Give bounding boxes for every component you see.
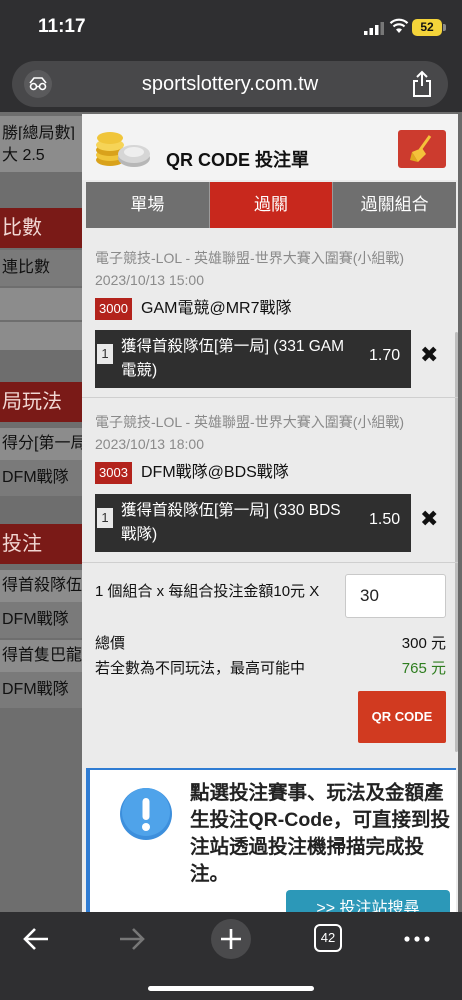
event-name: 電子競技-LOL - 英雄聯盟-世界大賽入圍賽(小組戰) [95, 250, 405, 266]
pick-description: 獲得首殺隊伍[第一局] (330 BDS 戰隊) [121, 502, 341, 543]
bg-row: 得分[第一局] [0, 428, 84, 460]
pick-odds: 1.70 [369, 347, 401, 364]
bet-pick: 1 獲得首殺隊伍[第一局] (331 GAM 電競) 1.70 [95, 330, 411, 388]
scrollbar[interactable] [455, 332, 458, 752]
find-betting-station-button[interactable]: >> 投注站搜尋 [286, 890, 450, 912]
pick-odds: 1.50 [369, 511, 401, 528]
info-box: 點選投注賽事、玩法及金額產生投注QR-Code，可直接到投注站透過投注機掃描完成… [86, 768, 456, 912]
bg-row: 連比數 [0, 250, 84, 286]
tab-single[interactable]: 單場 [86, 182, 210, 228]
browser-address-bar: sportslottery.com.tw [0, 56, 462, 112]
bg-row: 得首隻巴龍隊 [0, 640, 84, 672]
info-text: 點選投注賽事、玩法及金額產生投注QR-Code，可直接到投注站透過投注機掃描完成… [190, 782, 450, 885]
bet-type-tabs: 單場 過關 過關組合 [86, 182, 457, 228]
bg-row: 局玩法 [0, 382, 84, 422]
forward-arrow-icon[interactable] [118, 924, 146, 954]
url-text: sportslottery.com.tw [141, 73, 319, 95]
divider [82, 397, 458, 398]
status-bar: 11:17 52 [0, 0, 462, 56]
bg-row: DFM戰隊 [0, 602, 84, 638]
close-icon: ✖ [420, 342, 439, 367]
clear-slip-button[interactable] [398, 130, 446, 168]
bg-row: 大 2.5 [0, 140, 84, 172]
bg-row-blank [0, 322, 84, 350]
battery-tip [443, 24, 446, 31]
tab-switcher-button[interactable]: 42 [314, 924, 342, 952]
remove-bet-button[interactable]: ✖ [420, 506, 438, 532]
browser-toolbar: 42 [0, 912, 462, 1000]
close-icon: ✖ [420, 506, 439, 531]
pick-number: 1 [97, 344, 113, 364]
bg-row: DFM戰隊 [0, 460, 84, 496]
bg-row: 比數 [0, 208, 84, 248]
combo-summary: 1 個組合 x 每組合投注金額10元 X [95, 583, 320, 600]
max-win-label: 若全數為不同玩法，最高可能中 [95, 660, 306, 677]
divider [82, 562, 458, 563]
bg-row: 投注 [0, 524, 84, 564]
broom-icon [410, 135, 432, 162]
tab-parlay-combo[interactable]: 過關組合 [333, 182, 457, 228]
event-date: 2023/10/13 15:00 [95, 272, 204, 288]
site-settings-icon[interactable] [24, 70, 52, 98]
coins-icon [96, 132, 150, 167]
tab-parlay[interactable]: 過關 [209, 182, 334, 228]
generate-qr-code-button[interactable]: QR CODE [358, 691, 446, 743]
match-code-badge: 3000 [95, 298, 132, 320]
panel-header: QR CODE 投注單 [82, 114, 458, 180]
bet-pick: 1 獲得首殺隊伍[第一局] (330 BDS 戰隊) 1.50 [95, 494, 411, 552]
url-field[interactable]: sportslottery.com.tw [12, 61, 448, 107]
bg-row: 得首殺隊伍[ [0, 570, 84, 602]
match-name: DFM戰隊@BDS戰隊 [141, 464, 289, 481]
home-indicator [148, 986, 314, 991]
max-win-value: 765 元 [401, 660, 446, 677]
match-code-badge: 3003 [95, 462, 132, 484]
qr-bet-slip-panel: QR CODE 投注單 單場 過關 過關組合 電子競技-LOL - 英雄聯盟-世… [82, 114, 458, 912]
wifi-icon [389, 18, 409, 33]
match-name: GAM電競@MR7戰隊 [141, 300, 292, 317]
remove-bet-button[interactable]: ✖ [420, 342, 438, 368]
bg-row-blank [0, 288, 84, 320]
total-label: 總價 [95, 635, 126, 652]
event-date: 2023/10/13 18:00 [95, 436, 204, 452]
pick-description: 獲得首殺隊伍[第一局] (331 GAM 電競) [121, 338, 345, 379]
stake-amount-input[interactable] [345, 574, 446, 618]
event-name: 電子競技-LOL - 英雄聯盟-世界大賽入圍賽(小組戰) [95, 414, 405, 430]
share-icon[interactable] [410, 70, 434, 98]
new-tab-plus-icon[interactable] [210, 918, 252, 960]
cellular-signal-icon [364, 22, 384, 35]
more-menu-icon[interactable] [402, 924, 432, 954]
bg-row: DFM戰隊 [0, 672, 84, 708]
clock: 11:17 [38, 16, 86, 37]
battery-indicator: 52 [412, 19, 442, 36]
panel-title: QR CODE 投注單 [166, 150, 310, 170]
back-arrow-icon[interactable] [22, 924, 50, 954]
pick-number: 1 [97, 508, 113, 528]
total-value: 300 元 [401, 635, 446, 652]
exclamation-info-icon [120, 788, 172, 840]
